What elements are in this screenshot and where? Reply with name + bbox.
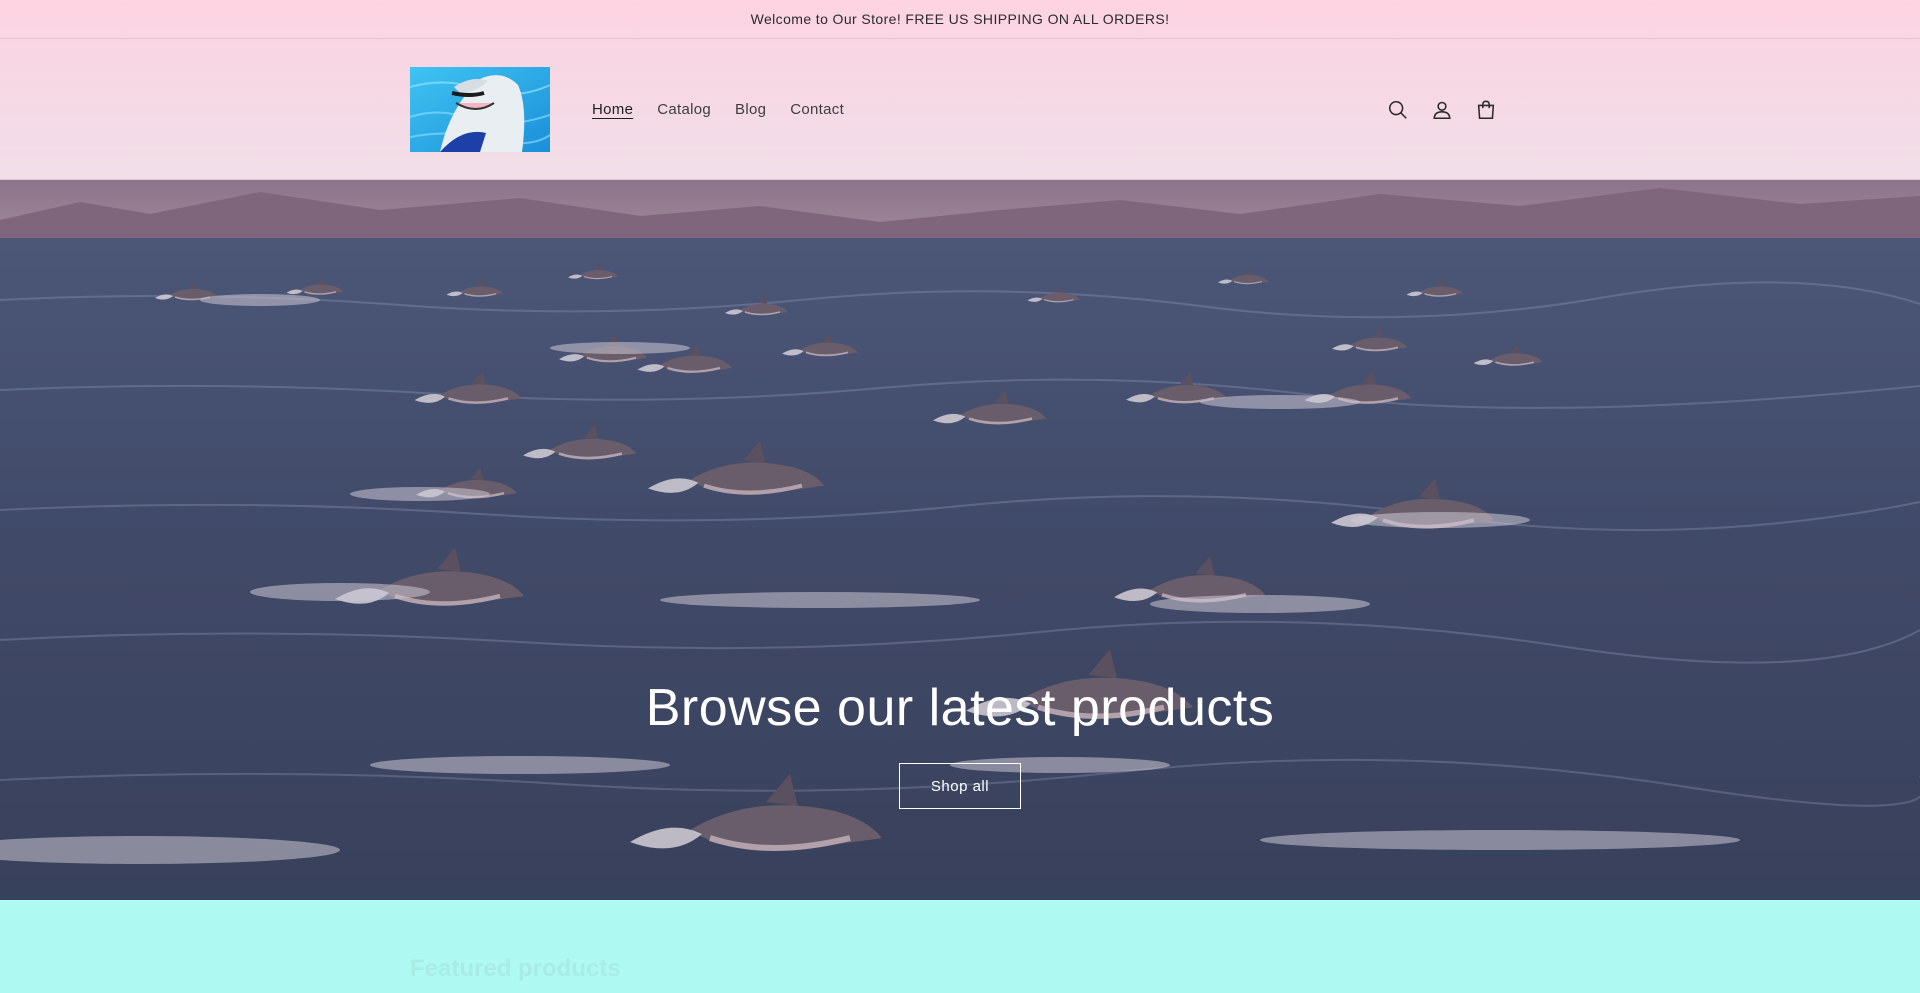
announcement-text: Welcome to Our Store! FREE US SHIPPING O… [750, 11, 1170, 27]
search-icon[interactable] [1386, 94, 1410, 126]
hero-title: Browse our latest products [645, 679, 1275, 737]
nav-home-link[interactable]: Home [580, 101, 645, 119]
announcement-bar: Welcome to Our Store! FREE US SHIPPING O… [0, 0, 1920, 39]
featured-products-title: Featured products [410, 955, 621, 982]
nav-blog-link[interactable]: Blog [723, 101, 778, 119]
main-nav: Home Catalog Blog Contact [580, 101, 856, 119]
nav-catalog-link[interactable]: Catalog [645, 101, 723, 119]
featured-products-section: Featured products [0, 900, 1920, 993]
store-logo[interactable] [410, 67, 550, 152]
account-icon[interactable] [1430, 94, 1454, 126]
header-icons [1386, 94, 1498, 126]
hero-banner: Browse our latest products Shop all [0, 180, 1920, 900]
site-header: Home Catalog Blog Contact [0, 39, 1920, 180]
shop-all-button[interactable]: Shop all [899, 763, 1021, 809]
nav-contact-link[interactable]: Contact [778, 101, 856, 119]
dolphin-logo-image [410, 67, 550, 152]
cart-icon[interactable] [1474, 94, 1498, 126]
